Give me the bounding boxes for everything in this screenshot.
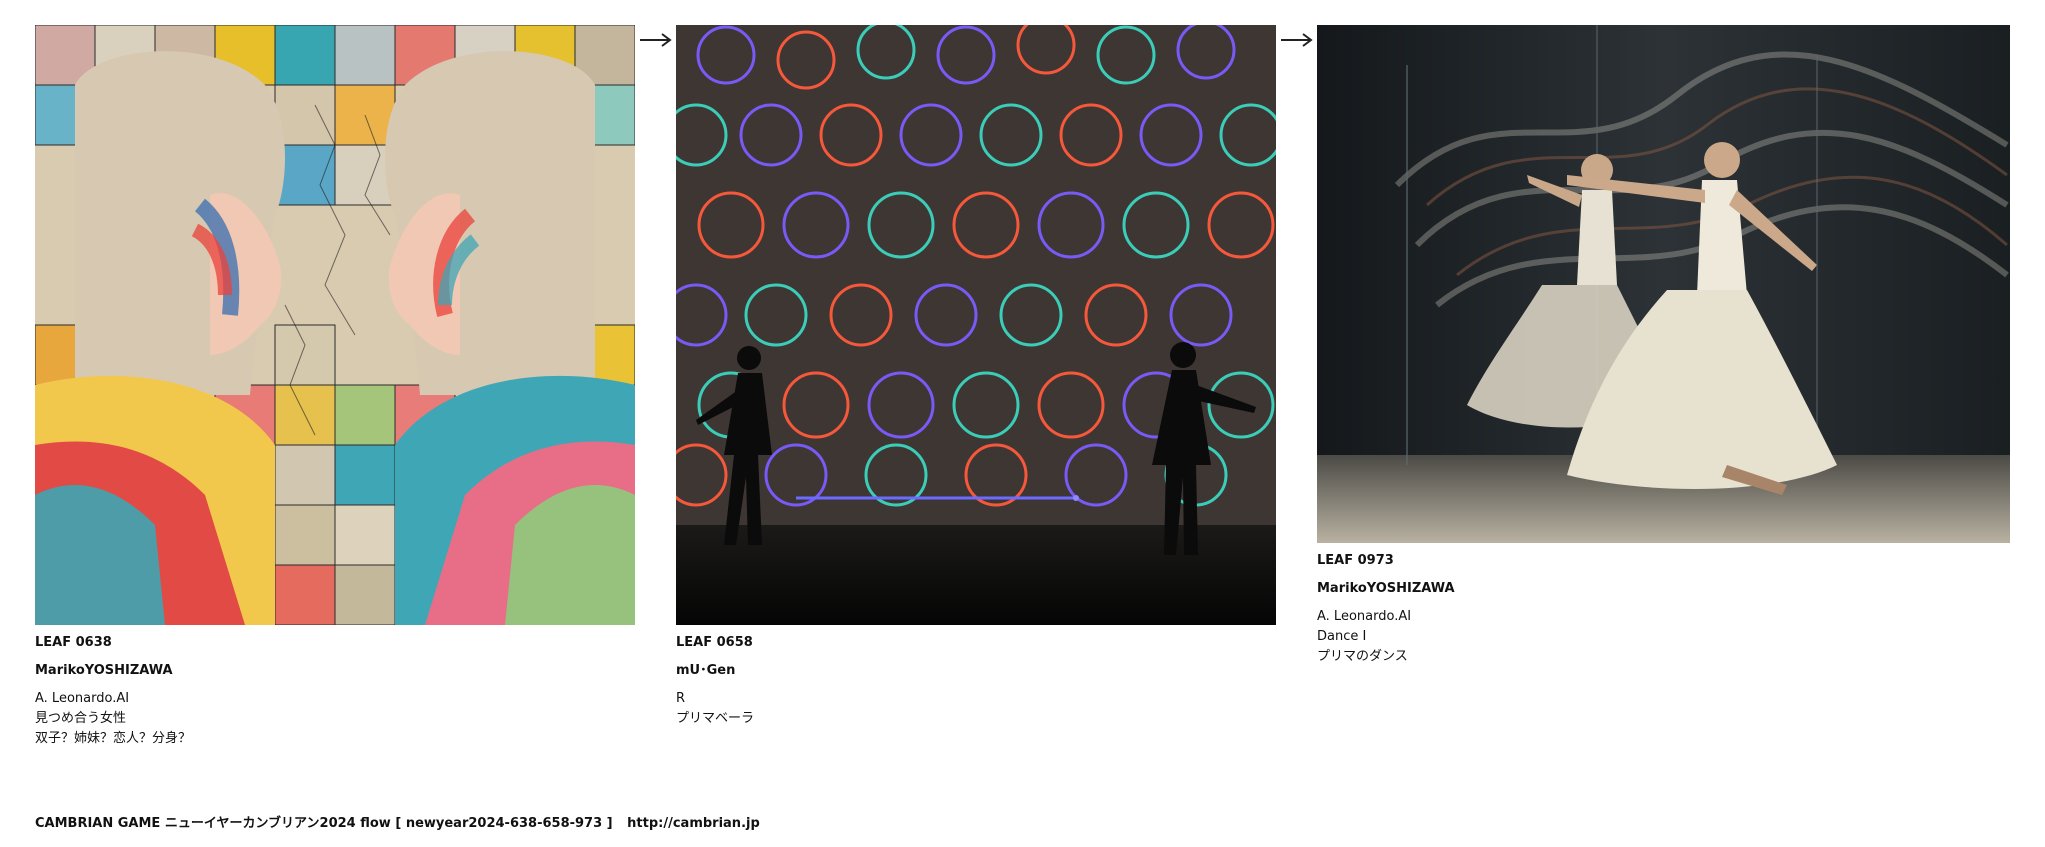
leaf-id-label: LEAF 0638: [35, 635, 112, 650]
flow-arrow-icon: [1281, 32, 1313, 48]
leaf-line-2: プリマベーラ: [676, 711, 755, 726]
mosaic-women-image: [35, 25, 635, 625]
leaf-id-label: LEAF 0973: [1317, 553, 1394, 568]
leaf-image-0658[interactable]: [676, 25, 1276, 625]
leaf-card-0638: LEAF 0638 MarikoYOSHIZAWA A. Leonardo.AI…: [35, 25, 635, 749]
leaf-image-0638[interactable]: [35, 25, 635, 625]
footer-title: CAMBRIAN GAME ニューイヤーカンブリアン2024 flow [ ne…: [35, 816, 613, 831]
light-circles-image: [676, 25, 1276, 625]
leaf-line-3: プリマのダンス: [1317, 649, 1408, 664]
leaf-image-0973[interactable]: [1317, 25, 2010, 543]
leaf-card-0973: LEAF 0973 MarikoYOSHIZAWA A. Leonardo.AI…: [1317, 25, 2010, 667]
ballerinas-image: [1317, 25, 2010, 543]
leaf-id-label: LEAF 0658: [676, 635, 753, 650]
leaf-line-1: A. Leonardo.AI: [1317, 609, 1412, 624]
leaf-caption-0973: LEAF 0973 MarikoYOSHIZAWA A. Leonardo.AI…: [1317, 551, 2010, 667]
footer-url-link[interactable]: http://cambrian.jp: [627, 816, 760, 831]
leaf-author: MarikoYOSHIZAWA: [35, 663, 173, 678]
flow-arrow-icon: [640, 32, 672, 48]
leaf-line-3: 双子？姉妹？恋人？分身？: [35, 731, 192, 746]
leaf-author: MarikoYOSHIZAWA: [1317, 581, 1455, 596]
leaf-line-2: Dance I: [1317, 629, 1367, 644]
leaf-caption-0638: LEAF 0638 MarikoYOSHIZAWA A. Leonardo.AI…: [35, 633, 635, 749]
leaf-line-1: A. Leonardo.AI: [35, 691, 130, 706]
leaf-line-1: R: [676, 691, 686, 706]
footer: CAMBRIAN GAME ニューイヤーカンブリアン2024 flow [ ne…: [35, 812, 770, 831]
leaf-line-2: 見つめ合う女性: [35, 711, 127, 726]
leaf-card-0658: LEAF 0658 mU･Gen R プリマベーラ: [676, 25, 1276, 729]
leaf-caption-0658: LEAF 0658 mU･Gen R プリマベーラ: [676, 633, 1276, 729]
leaf-author: mU･Gen: [676, 663, 736, 678]
